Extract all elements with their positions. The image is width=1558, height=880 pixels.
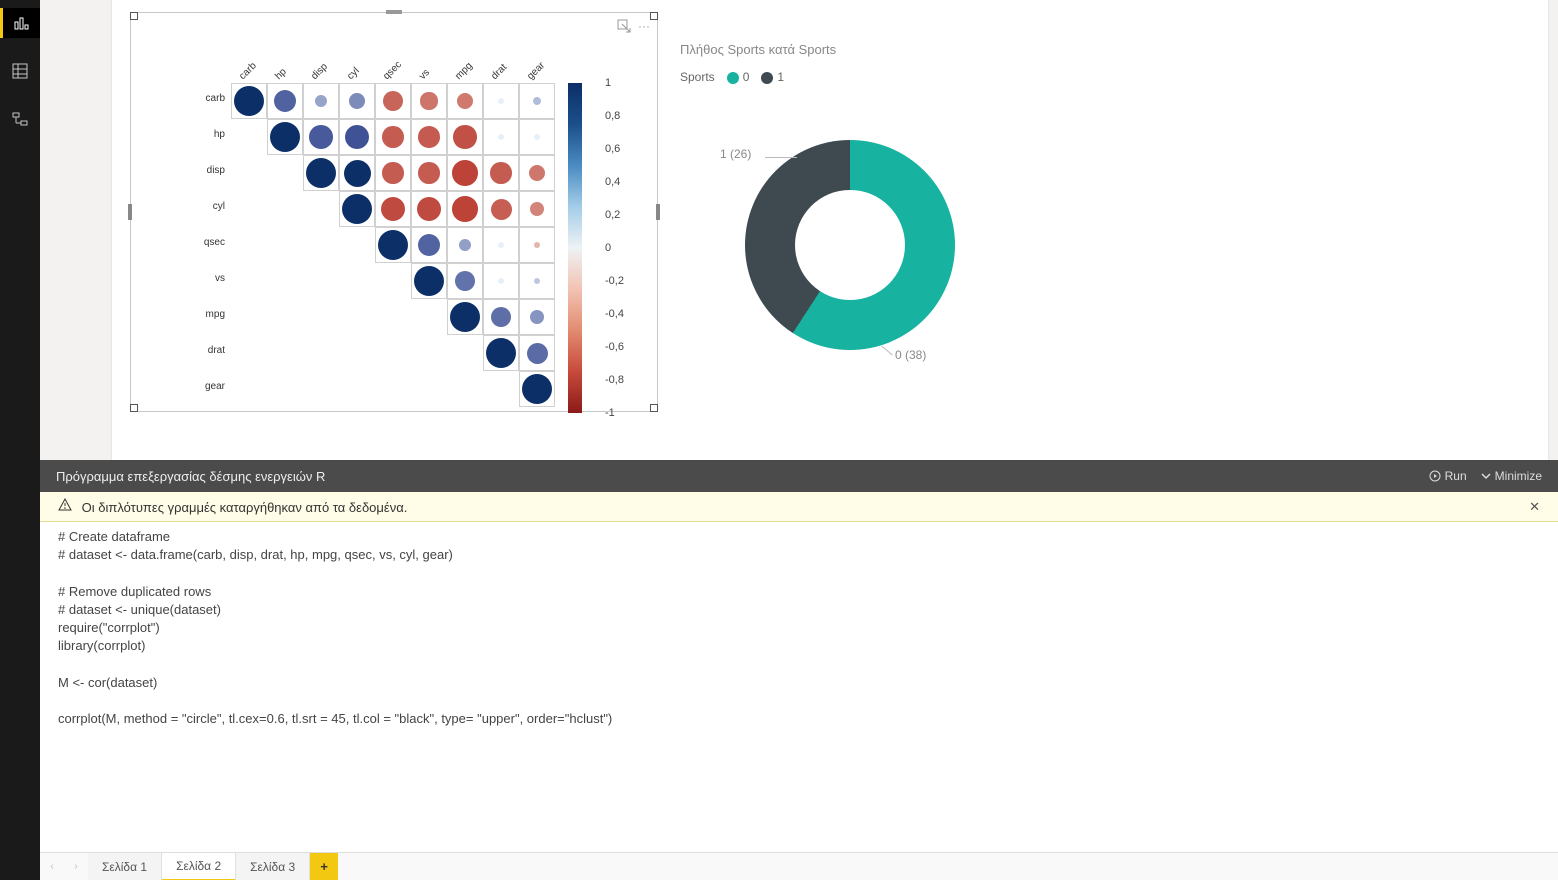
script-title: Πρόγραμμα επεξεργασίας δέσμης ενεργειών … — [56, 469, 325, 484]
corr-cell — [452, 160, 478, 186]
corr-cell — [498, 134, 504, 140]
axis-label: qsec — [185, 237, 225, 248]
corr-cell — [450, 302, 480, 332]
corr-cell — [234, 86, 264, 116]
report-view-icon[interactable] — [0, 8, 40, 38]
model-view-icon[interactable] — [0, 104, 40, 134]
page-tabs: ‹ › Σελίδα 1Σελίδα 2Σελίδα 3 + — [40, 852, 1558, 880]
prev-page-button[interactable]: ‹ — [40, 853, 64, 880]
axis-label: vs — [185, 273, 225, 284]
corr-cell — [349, 93, 365, 109]
axis-label: disp — [185, 165, 225, 176]
corr-cell — [498, 98, 504, 104]
corr-cell — [455, 271, 475, 291]
corr-cell — [414, 266, 444, 296]
page-tab[interactable]: Σελίδα 2 — [162, 853, 236, 880]
warning-bar: Οι διπλότυπες γραμμές καταργήθηκαν από τ… — [40, 492, 1558, 522]
corr-cell — [344, 160, 371, 187]
axis-label: gear — [185, 381, 225, 392]
corr-cell — [382, 162, 403, 183]
close-warning-button[interactable]: ✕ — [1529, 499, 1540, 515]
corr-cell — [315, 95, 327, 107]
corr-cell — [309, 125, 333, 149]
page-tab[interactable]: Σελίδα 1 — [88, 853, 162, 880]
corr-cell — [453, 125, 476, 148]
corr-cell — [452, 196, 478, 222]
axis-label: cyl — [345, 66, 361, 82]
r-visual-corrplot[interactable]: ··· carbhpdispcylqsecvsmpgdratgearcarbhp… — [130, 12, 658, 412]
add-page-button[interactable]: + — [310, 853, 338, 880]
corr-cell — [418, 162, 439, 183]
corr-cell — [533, 97, 541, 105]
page-tab[interactable]: Σελίδα 3 — [236, 853, 310, 880]
axis-label: cyl — [185, 201, 225, 212]
axis-label: gear — [525, 60, 547, 82]
corr-cell — [486, 338, 516, 368]
corr-cell — [378, 230, 408, 260]
corr-cell — [527, 343, 548, 364]
corr-cell — [522, 374, 552, 404]
r-script-editor[interactable]: # Create dataframe # dataset <- data.fra… — [40, 522, 1558, 852]
corr-cell — [342, 194, 372, 224]
r-script-header: Πρόγραμμα επεξεργασίας δέσμης ενεργειών … — [40, 460, 1558, 492]
axis-label: drat — [489, 62, 509, 82]
axis-label: hp — [185, 129, 225, 140]
corr-cell — [382, 126, 403, 147]
axis-label: hp — [273, 66, 289, 82]
report-canvas[interactable]: ··· carbhpdispcylqsecvsmpgdratgearcarbhp… — [40, 0, 1558, 460]
legend-swatch-0 — [727, 72, 739, 84]
corr-cell — [418, 234, 440, 256]
corr-cell — [418, 126, 440, 148]
corr-cell — [498, 242, 504, 248]
warning-text: Οι διπλότυπες γραμμές καταργήθηκαν από τ… — [82, 500, 408, 515]
axis-label: drat — [185, 345, 225, 356]
minimize-script-button[interactable]: Minimize — [1481, 469, 1542, 483]
corr-cell — [420, 92, 437, 109]
axis-label: mpg — [185, 309, 225, 320]
colorbar — [568, 83, 582, 413]
run-script-button[interactable]: Run — [1429, 469, 1467, 483]
corr-cell — [306, 158, 336, 188]
donut-title: Πλήθος Sports κατά Sports — [680, 42, 836, 57]
axis-label: vs — [417, 67, 432, 82]
donut-legend[interactable]: Sports 0 1 — [680, 70, 784, 84]
corr-cell — [534, 134, 540, 140]
axis-label: carb — [237, 60, 259, 82]
corr-cell — [383, 91, 403, 111]
view-rail — [0, 0, 40, 880]
warning-icon — [58, 500, 76, 515]
axis-label: carb — [185, 93, 225, 104]
next-page-button[interactable]: › — [64, 853, 88, 880]
axis-label: qsec — [381, 59, 404, 82]
corr-cell — [417, 197, 441, 221]
axis-label: mpg — [453, 60, 475, 82]
donut-slice-label-0: 0 (38) — [895, 348, 926, 362]
axis-label: disp — [309, 61, 330, 82]
data-view-icon[interactable] — [0, 56, 40, 86]
corr-cell — [491, 199, 512, 220]
legend-swatch-1 — [761, 72, 773, 84]
donut-slice-label-1: 1 (26) — [720, 147, 751, 161]
corr-cell — [270, 122, 300, 152]
legend-title: Sports — [680, 70, 715, 84]
donut-chart[interactable] — [745, 140, 955, 350]
corr-cell — [498, 278, 504, 284]
corr-cell — [381, 197, 405, 221]
corr-cell — [490, 162, 511, 183]
